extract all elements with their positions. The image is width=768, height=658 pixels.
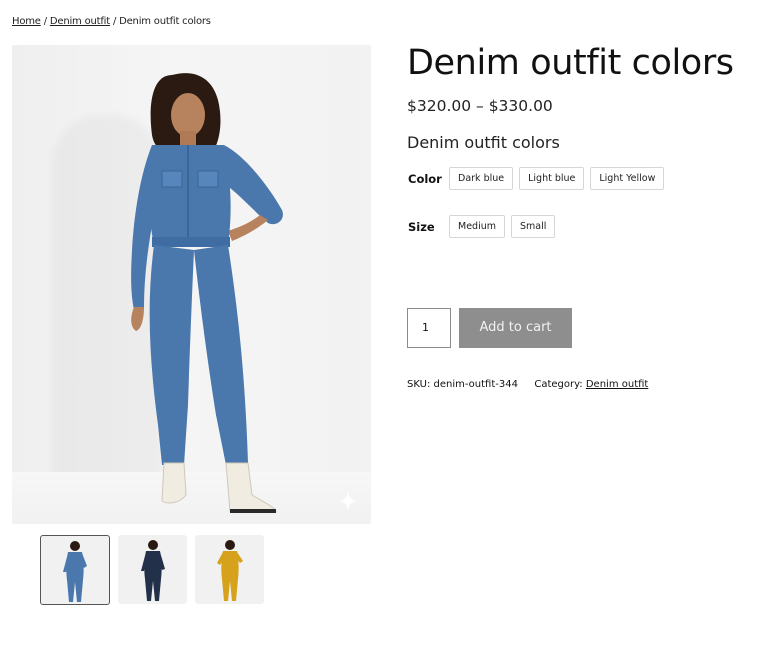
model-in-denim-jumpsuit: [131, 73, 283, 513]
size-option-row: Size Medium Small: [408, 215, 561, 238]
breadcrumb-home-link[interactable]: Home: [12, 16, 41, 27]
quantity-input[interactable]: 1: [407, 308, 451, 348]
product-meta: SKU: denim-outfit-344 Category: Denim ou…: [407, 379, 648, 390]
color-option-row: Color Dark blue Light blue Light Yellow: [408, 167, 670, 190]
breadcrumb-category-link[interactable]: Denim outfit: [50, 16, 110, 27]
color-swatch-light-yellow[interactable]: Light Yellow: [590, 167, 665, 190]
size-swatch-medium[interactable]: Medium: [449, 215, 505, 238]
product-main-image[interactable]: [12, 45, 371, 524]
product-title: Denim outfit colors: [407, 43, 734, 83]
breadcrumb-current: Denim outfit colors: [119, 16, 211, 27]
product-price: $320.00 – $330.00: [407, 97, 553, 115]
breadcrumb-separator: /: [112, 16, 117, 27]
size-swatch-small[interactable]: Small: [511, 215, 556, 238]
thumbnail-dark-blue[interactable]: [118, 535, 187, 604]
add-to-cart-button[interactable]: Add to cart: [459, 308, 572, 348]
color-swatch-dark-blue[interactable]: Dark blue: [449, 167, 514, 190]
product-short-description: Denim outfit colors: [407, 133, 560, 152]
thumbnail-light-yellow[interactable]: [195, 535, 264, 604]
color-label: Color: [408, 171, 442, 186]
sparkle-icon[interactable]: [337, 490, 359, 512]
breadcrumb: Home / Denim outfit / Denim outfit color…: [12, 16, 211, 27]
sku-value: denim-outfit-344: [433, 379, 518, 390]
size-label: Size: [408, 219, 435, 234]
category-link[interactable]: Denim outfit: [586, 379, 649, 390]
thumbnail-gallery: [40, 535, 264, 605]
category-label: Category:: [534, 379, 583, 390]
sku-label: SKU:: [407, 379, 431, 390]
breadcrumb-separator: /: [43, 16, 47, 27]
thumbnail-light-blue[interactable]: [40, 535, 110, 605]
color-swatch-light-blue[interactable]: Light blue: [519, 167, 585, 190]
